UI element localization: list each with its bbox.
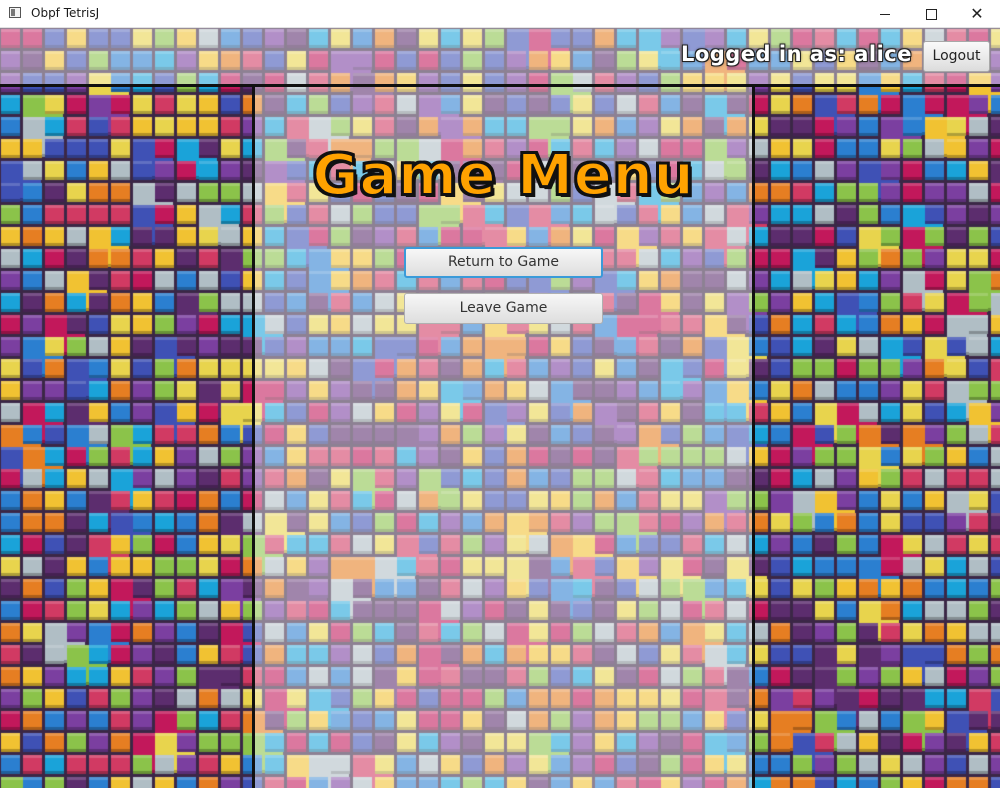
game-menu-panel: Game Menu Return to Game Leave Game xyxy=(252,87,755,788)
game-menu-title: Game Menu xyxy=(311,142,695,209)
app-window-icon xyxy=(9,7,21,18)
leave-game-button[interactable]: Leave Game xyxy=(404,293,603,324)
window-title: Obpf TetrisJ xyxy=(31,6,100,20)
window-title-bar[interactable]: Obpf TetrisJ ✕ xyxy=(0,0,1000,28)
minimize-icon xyxy=(880,13,890,15)
logout-button[interactable]: Logout xyxy=(923,41,990,72)
header-bar: Logged in as: alice Logout xyxy=(0,28,1000,87)
maximize-button[interactable] xyxy=(908,0,954,28)
app-client-area: Logged in as: alice Logout Game Menu Ret… xyxy=(0,28,1000,788)
logged-in-label: Logged in as: alice xyxy=(680,42,912,66)
close-icon: ✕ xyxy=(970,4,984,23)
minimize-button[interactable] xyxy=(862,0,908,28)
close-button[interactable]: ✕ xyxy=(954,0,1000,28)
maximize-icon xyxy=(925,8,937,20)
return-to-game-button[interactable]: Return to Game xyxy=(404,247,603,278)
